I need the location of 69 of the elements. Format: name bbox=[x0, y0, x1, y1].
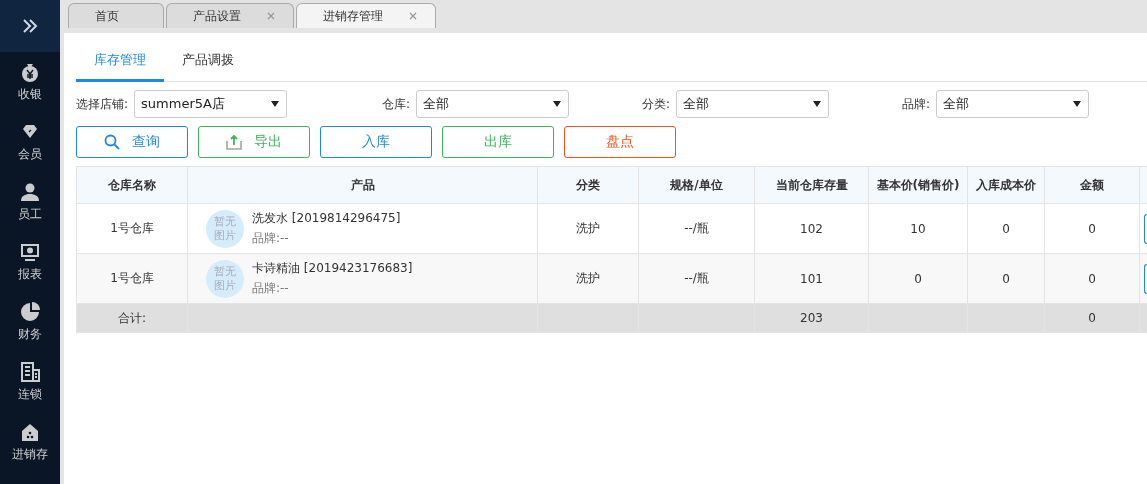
upload-icon bbox=[226, 134, 242, 150]
column-header: 当前仓库存量 bbox=[754, 166, 869, 204]
money-bag-icon bbox=[19, 61, 41, 83]
sidebar-item[interactable]: 进销存 bbox=[12, 412, 48, 472]
filter-label: 仓库: bbox=[381, 95, 410, 113]
column-header: 规格/单位 bbox=[638, 166, 755, 204]
total-cell: 203 bbox=[754, 303, 869, 333]
dropdown-field[interactable]: 全部 bbox=[676, 90, 829, 118]
no-image-label: 暂无图片 bbox=[213, 264, 237, 293]
column-header: 仓库名称 bbox=[76, 166, 188, 204]
sidebar-item[interactable]: 员工 bbox=[18, 172, 42, 232]
sidebar-item[interactable]: 收银 bbox=[18, 52, 42, 112]
column-header: 产品 bbox=[187, 166, 538, 204]
caret-icon bbox=[812, 100, 822, 108]
page-tab[interactable]: 产品设置 bbox=[166, 3, 294, 28]
house-icon bbox=[19, 421, 41, 443]
product-brand: 品牌:-- bbox=[252, 230, 290, 247]
caret-icon bbox=[270, 100, 281, 108]
action-button[interactable]: 查询 bbox=[76, 126, 188, 158]
action-button[interactable]: 盘点 bbox=[564, 126, 676, 158]
sidebar-item[interactable]: 会员 bbox=[18, 112, 42, 172]
column-header: 入库成本价 bbox=[967, 166, 1045, 204]
column-header: 基本价(销售价) bbox=[868, 166, 968, 204]
sub-tab[interactable]: 库存管理 bbox=[76, 43, 164, 82]
total-cell: 0 bbox=[1044, 303, 1140, 333]
table-cell: 0 bbox=[1044, 203, 1140, 254]
caret-icon bbox=[552, 100, 562, 108]
monitor-icon bbox=[19, 241, 41, 263]
table-cell: 洗护 bbox=[537, 253, 639, 304]
table-cell: 10 bbox=[868, 203, 968, 254]
no-image-label: 暂无图片 bbox=[213, 214, 237, 243]
sub-tab[interactable]: 产品调拨 bbox=[164, 43, 252, 82]
table-cell: 0 bbox=[967, 253, 1045, 304]
sidebar-item[interactable]: 报表 bbox=[18, 232, 42, 292]
action-button[interactable]: 入库 bbox=[320, 126, 432, 158]
product-brand: 品牌:-- bbox=[252, 280, 290, 297]
pie-chart-icon bbox=[19, 301, 41, 323]
column-header: 分类 bbox=[537, 166, 639, 204]
filter-label: 品牌: bbox=[901, 95, 930, 113]
product-name: 卡诗精油 [2019423176683] bbox=[252, 260, 413, 277]
page-tab[interactable]: 进销存管理 bbox=[296, 3, 436, 28]
total-label: 合计: bbox=[76, 303, 188, 333]
person-icon bbox=[19, 181, 41, 203]
product-name: 洗发水 [2019814296475] bbox=[252, 210, 401, 227]
table-cell: 0 bbox=[967, 203, 1045, 254]
filter-label: 选择店铺: bbox=[76, 95, 129, 113]
table-cell: --/瓶 bbox=[638, 203, 755, 254]
page-tab[interactable]: 首页 bbox=[68, 3, 164, 28]
building-icon bbox=[19, 361, 41, 383]
caret-icon bbox=[1072, 100, 1082, 108]
table-cell: 1号仓库 bbox=[76, 203, 188, 254]
close-icon[interactable] bbox=[409, 12, 417, 20]
table-cell: 0 bbox=[868, 253, 968, 304]
sidebar-item[interactable]: 财务 bbox=[18, 292, 42, 352]
table-cell: 0 bbox=[1044, 253, 1140, 304]
close-icon[interactable] bbox=[267, 12, 275, 20]
expand-icon[interactable] bbox=[22, 19, 38, 33]
dropdown-field[interactable]: 全部 bbox=[936, 90, 1089, 118]
column-header: 金额 bbox=[1044, 166, 1140, 204]
sidebar-item[interactable]: 连锁 bbox=[18, 352, 42, 412]
search-icon bbox=[104, 134, 120, 150]
table-cell: 102 bbox=[754, 203, 869, 254]
dropdown-field[interactable]: 全部 bbox=[416, 90, 569, 118]
dropdown-field[interactable]: summer5A店 bbox=[134, 90, 288, 118]
table-cell: 洗护 bbox=[537, 203, 639, 254]
table-cell: 1号仓库 bbox=[76, 253, 188, 304]
table-cell: --/瓶 bbox=[638, 253, 755, 304]
table-cell: 101 bbox=[754, 253, 869, 304]
filter-label: 分类: bbox=[641, 95, 670, 113]
